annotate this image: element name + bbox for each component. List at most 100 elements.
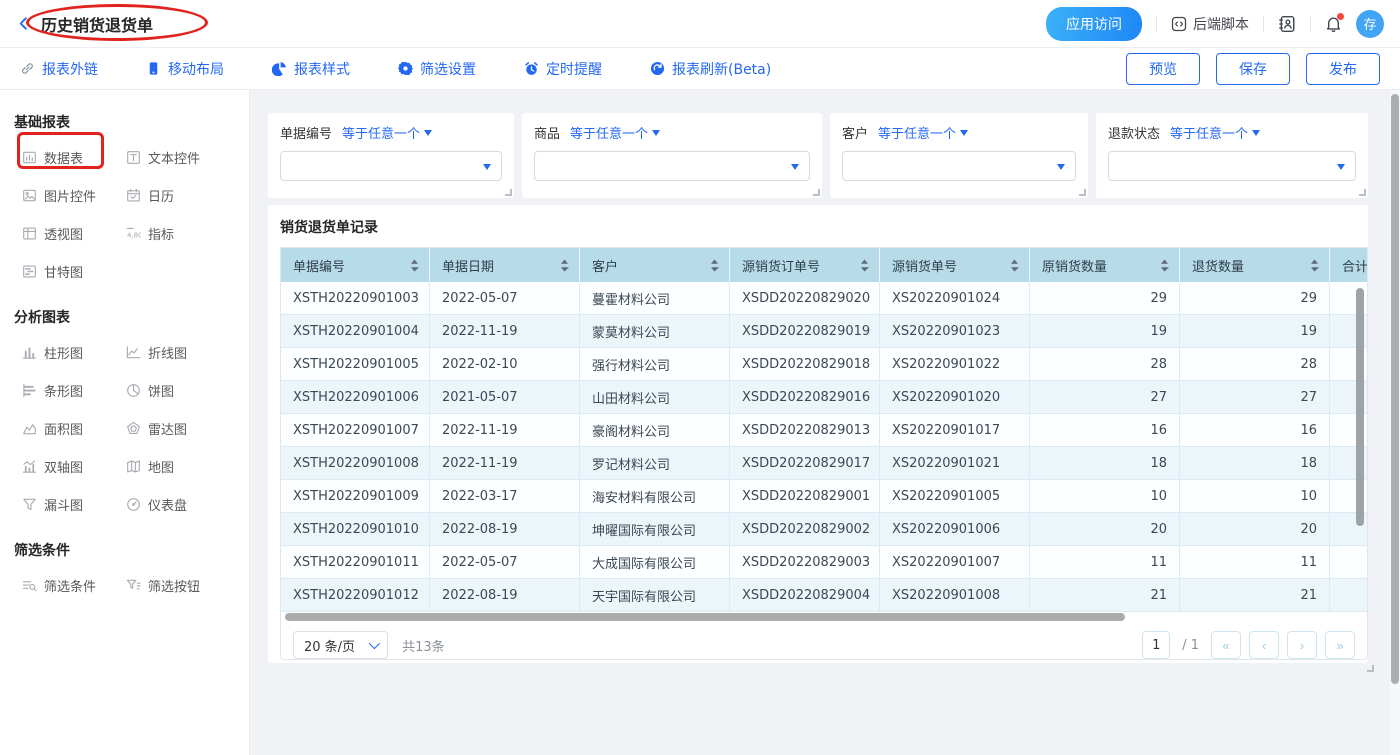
toolbar-item-link[interactable]: 报表外链 xyxy=(20,59,98,79)
filter-value-select[interactable] xyxy=(1108,151,1356,181)
filter-label: 客户 xyxy=(842,123,868,142)
sort-icon[interactable] xyxy=(1310,259,1319,272)
table-cell: 2022-05-07 xyxy=(430,282,580,314)
filter-widget-3[interactable]: 退款状态等于任意一个 xyxy=(1096,113,1368,198)
table-cell: 2022-05-07 xyxy=(430,546,580,578)
column-header[interactable]: 单据编号 xyxy=(281,248,430,282)
sidebar-item-label: 饼图 xyxy=(148,381,174,400)
column-header[interactable]: 退货数量 xyxy=(1180,248,1330,282)
table-row: XSTH202209010112022-05-07大成国际有限公司XSDD202… xyxy=(281,546,1367,579)
page-scrollbar-thumb[interactable] xyxy=(1391,94,1399,684)
last-page-button[interactable]: » xyxy=(1325,631,1355,659)
filter-widget-2[interactable]: 客户等于任意一个 xyxy=(830,113,1088,198)
column-header[interactable]: 源销货单号 xyxy=(880,248,1030,282)
sidebar-item-table[interactable]: 数据表 xyxy=(22,148,126,167)
sidebar-item-metric[interactable]: 4,80指标 xyxy=(126,224,235,243)
filter-operator-dropdown[interactable]: 等于任意一个 xyxy=(570,123,660,142)
sidebar-item-pivot[interactable]: 透视图 xyxy=(22,224,126,243)
sidebar-item-text[interactable]: 文本控件 xyxy=(126,148,235,167)
widget-resize-handle[interactable] xyxy=(1079,189,1086,196)
gauge-icon xyxy=(126,497,141,512)
filter-operator-dropdown[interactable]: 等于任意一个 xyxy=(342,123,432,142)
column-header[interactable]: 源销货订单号 xyxy=(730,248,880,282)
column-header[interactable]: 客户 xyxy=(580,248,730,282)
sidebar-item-pie-chart[interactable]: 饼图 xyxy=(126,381,235,400)
contacts-button[interactable] xyxy=(1278,15,1296,33)
sort-icon[interactable] xyxy=(860,259,869,272)
table-cell: 18 xyxy=(1180,447,1330,479)
sort-icon[interactable] xyxy=(1160,259,1169,272)
notifications-button[interactable] xyxy=(1325,15,1342,32)
first-page-button[interactable]: « xyxy=(1211,631,1241,659)
table-cell: XS20220901020 xyxy=(880,381,1030,413)
filter-value-select[interactable] xyxy=(842,151,1076,181)
widget-resize-handle[interactable] xyxy=(1367,665,1374,672)
widget-resize-handle[interactable] xyxy=(505,189,512,196)
sidebar-item-line-chart[interactable]: 折线图 xyxy=(126,343,235,362)
sidebar-item-filter-condition[interactable]: 筛选条件 xyxy=(22,576,126,595)
preview-button[interactable]: 预览 xyxy=(1126,53,1200,85)
table-cell: 28 xyxy=(1030,348,1180,380)
table-cell: XSDD20220829017 xyxy=(730,447,880,479)
data-table-widget[interactable]: 销货退货单记录 单据编号单据日期客户源销货订单号源销货单号原销货数量退货数量合计… xyxy=(268,205,1368,663)
avatar[interactable]: 存 xyxy=(1356,10,1384,38)
caret-down-icon xyxy=(1337,164,1345,170)
column-header[interactable]: 合计金额 xyxy=(1330,248,1367,282)
total-pages-label: / 1 xyxy=(1182,638,1199,653)
pagination-bar: 20 条/页 共13条 1 / 1 « ‹ › » xyxy=(281,622,1367,660)
column-header[interactable]: 原销货数量 xyxy=(1030,248,1180,282)
widget-resize-handle[interactable] xyxy=(813,189,820,196)
filter-value-select[interactable] xyxy=(280,151,502,181)
back-button[interactable] xyxy=(16,16,31,31)
pie-style-icon xyxy=(272,61,287,76)
filter-widget-0[interactable]: 单据编号等于任意一个 xyxy=(268,113,514,198)
toolbar-item-gear[interactable]: 筛选设置 xyxy=(398,59,476,79)
publish-button[interactable]: 发布 xyxy=(1306,53,1380,85)
toolbar-item-pie-style[interactable]: 报表样式 xyxy=(272,59,350,79)
sidebar-item-area-chart[interactable]: 面积图 xyxy=(22,419,126,438)
prev-page-button[interactable]: ‹ xyxy=(1249,631,1279,659)
sidebar-item-dual-axis-chart[interactable]: 双轴图 xyxy=(22,457,126,476)
table-cell: XS20220901022 xyxy=(880,348,1030,380)
report-title[interactable]: 历史销货退货单 xyxy=(41,12,153,36)
sidebar-item-image[interactable]: 图片控件 xyxy=(22,186,126,205)
horizontal-scrollbar[interactable] xyxy=(281,612,1367,622)
widget-resize-handle[interactable] xyxy=(1359,189,1366,196)
sidebar-item-gauge[interactable]: 仪表盘 xyxy=(126,495,235,514)
sidebar-item-filter-button[interactable]: 筛选按钮 xyxy=(126,576,235,595)
table-row: XSTH202209010082022-11-19罗记材料公司XSDD20220… xyxy=(281,447,1367,480)
caret-down-icon xyxy=(652,130,660,136)
sidebar-item-radar-chart[interactable]: 雷达图 xyxy=(126,419,235,438)
save-button[interactable]: 保存 xyxy=(1216,53,1290,85)
page-number-input[interactable]: 1 xyxy=(1142,631,1170,659)
filter-operator-dropdown[interactable]: 等于任意一个 xyxy=(1170,123,1260,142)
toolbar-item-mobile[interactable]: 移动布局 xyxy=(146,59,224,79)
page-scrollbar[interactable] xyxy=(1390,90,1400,755)
sort-icon[interactable] xyxy=(1010,259,1019,272)
toolbar-item-alarm[interactable]: 定时提醒 xyxy=(524,59,602,79)
column-header[interactable]: 单据日期 xyxy=(430,248,580,282)
toolbar-item-refresh[interactable]: 报表刷新(Beta) xyxy=(650,59,771,79)
sort-icon[interactable] xyxy=(560,259,569,272)
sidebar-item-calendar[interactable]: 日历 xyxy=(126,186,235,205)
app-access-button[interactable]: 应用访问 xyxy=(1046,7,1142,41)
sidebar-item-bar-chart[interactable]: 条形图 xyxy=(22,381,126,400)
sidebar-item-funnel-chart[interactable]: 漏斗图 xyxy=(22,495,126,514)
sidebar-item-map[interactable]: 地图 xyxy=(126,457,235,476)
sidebar-item-label: 筛选条件 xyxy=(44,576,96,595)
page-size-select[interactable]: 20 条/页 xyxy=(293,631,388,659)
filter-value-select[interactable] xyxy=(534,151,810,181)
horizontal-scrollbar-thumb[interactable] xyxy=(285,613,1125,621)
filter-widget-1[interactable]: 商品等于任意一个 xyxy=(522,113,822,198)
table-cell: XSTH20220901006 xyxy=(281,381,430,413)
sidebar-item-column-chart[interactable]: 柱形图 xyxy=(22,343,126,362)
filter-operator-dropdown[interactable]: 等于任意一个 xyxy=(878,123,968,142)
table-cell xyxy=(1330,546,1367,578)
sidebar-item-gantt[interactable]: 甘特图 xyxy=(22,262,126,281)
vertical-scrollbar-thumb[interactable] xyxy=(1356,288,1364,526)
next-page-button[interactable]: › xyxy=(1287,631,1317,659)
sort-icon[interactable] xyxy=(410,259,419,272)
caret-down-icon xyxy=(960,130,968,136)
backend-script-button[interactable]: 后端脚本 xyxy=(1171,14,1249,34)
sort-icon[interactable] xyxy=(710,259,719,272)
